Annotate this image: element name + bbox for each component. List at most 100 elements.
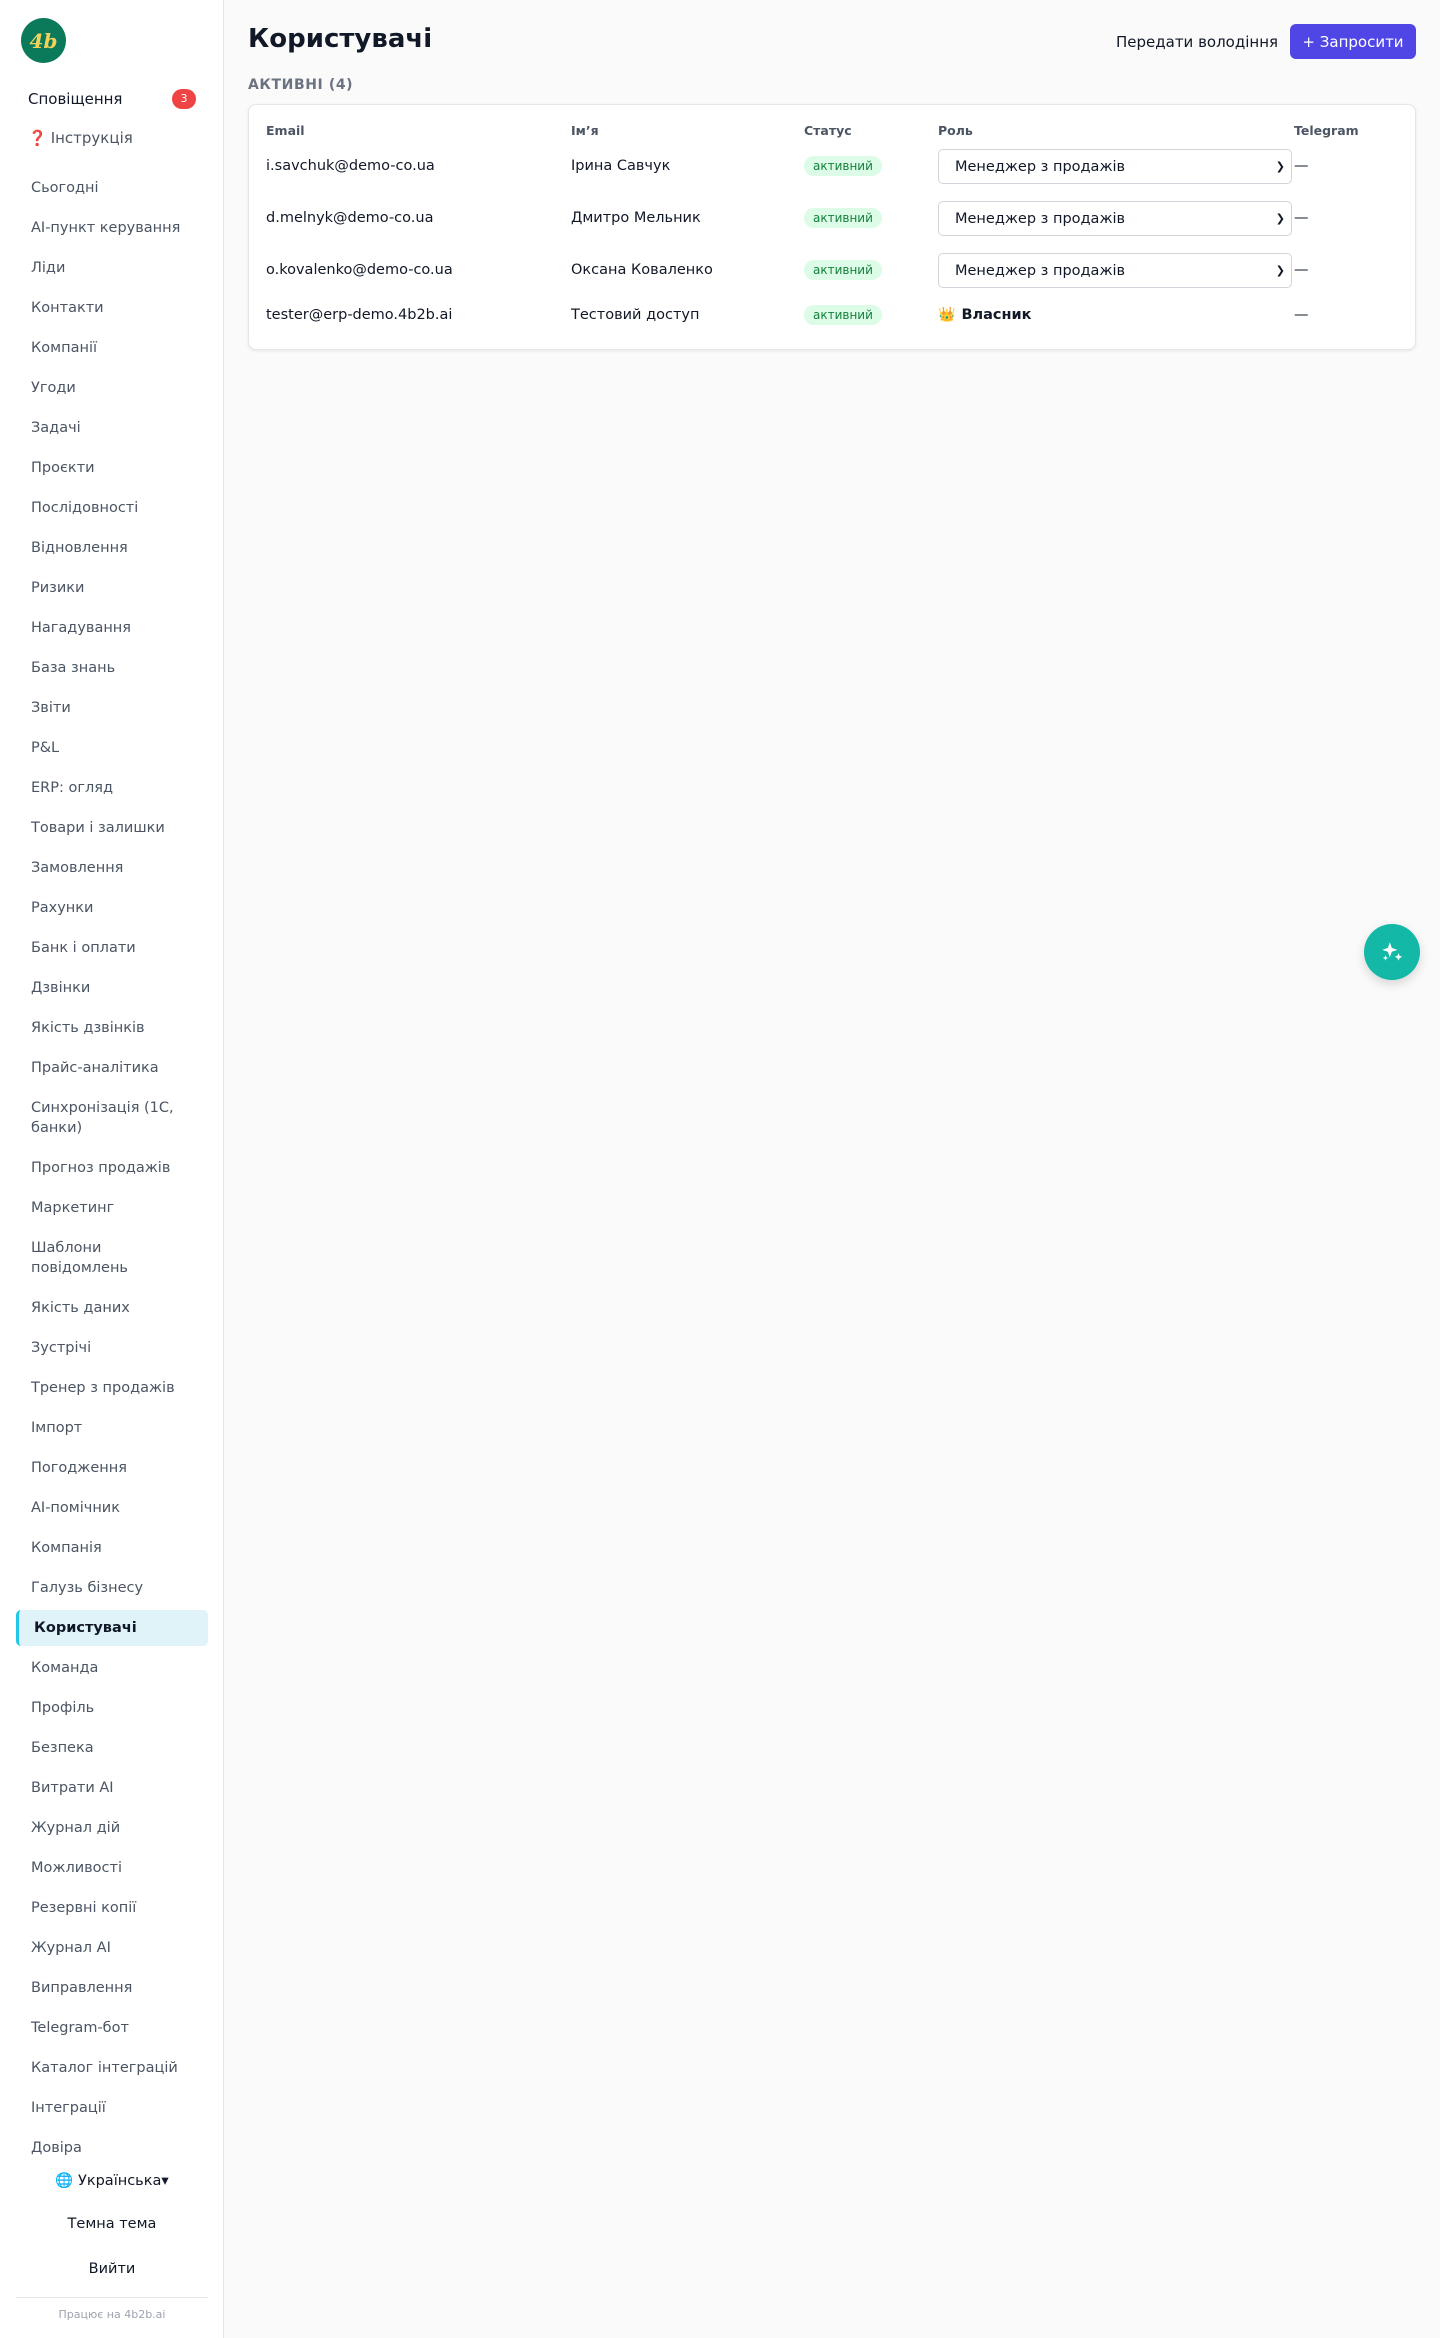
sidebar-item[interactable]: Звіти: [16, 688, 208, 728]
user-name: Тестовий доступ: [571, 307, 700, 323]
sidebar-item[interactable]: Журнал AI: [16, 1928, 208, 1968]
question-icon: ❓: [28, 129, 47, 147]
sidebar-item[interactable]: Виправлення: [16, 1968, 208, 2008]
sidebar-item[interactable]: Рахунки: [16, 888, 208, 928]
notifications-count-badge: 3: [172, 89, 196, 109]
chevron-down-icon: ❯: [1275, 160, 1285, 173]
sidebar-item[interactable]: Компанія: [16, 1528, 208, 1568]
sidebar-divider: [16, 2297, 208, 2298]
sidebar-item[interactable]: Погодження: [16, 1448, 208, 1488]
sidebar-item[interactable]: Якість дзвінків: [16, 1008, 208, 1048]
user-name: Ірина Савчук: [571, 158, 671, 174]
sidebar-item[interactable]: Товари і залишки: [16, 808, 208, 848]
sidebar-item[interactable]: Галузь бізнесу: [16, 1568, 208, 1608]
column-header-status: Статус: [804, 123, 852, 138]
status-cell: активний: [804, 250, 882, 290]
sidebar-item[interactable]: Зустрічі: [16, 1328, 208, 1368]
sidebar-item[interactable]: Прогноз продажів: [16, 1148, 208, 1188]
sidebar-item[interactable]: Тренер з продажів: [16, 1368, 208, 1408]
chevron-down-icon: ❯: [1275, 264, 1285, 277]
sidebar-item[interactable]: Прайс-аналітика: [16, 1048, 208, 1088]
help-label: Інструкція: [50, 129, 133, 147]
role-select-value: Менеджер з продажів: [955, 262, 1126, 279]
sidebar-item[interactable]: Інтеграції: [16, 2088, 208, 2128]
user-name: Оксана Коваленко: [571, 262, 713, 278]
sidebar-item[interactable]: Довіра: [16, 2128, 208, 2168]
status-badge: активний: [804, 156, 882, 176]
notifications-link[interactable]: Сповіщення 3: [28, 88, 196, 110]
sidebar-item[interactable]: Послідовності: [16, 488, 208, 528]
logo[interactable]: 4b: [21, 18, 66, 63]
sidebar-item[interactable]: Команда: [16, 1648, 208, 1688]
sidebar-item[interactable]: Угоди: [16, 368, 208, 408]
status-cell: активний: [804, 295, 882, 335]
sidebar-item[interactable]: Проєкти: [16, 448, 208, 488]
telegram-value: —: [1294, 262, 1309, 278]
invite-button[interactable]: + Запросити: [1290, 24, 1416, 59]
sidebar-item[interactable]: Задачі: [16, 408, 208, 448]
logo-text: 4b: [29, 28, 58, 53]
table-row: o.kovalenko@demo-co.ua Оксана Коваленко …: [249, 250, 1417, 290]
crown-icon: 👑: [938, 307, 956, 323]
sparkle-icon: [1382, 942, 1403, 961]
sidebar-item[interactable]: Telegram-бот: [16, 2008, 208, 2048]
sidebar-item[interactable]: Ліди: [16, 248, 208, 288]
user-email: i.savchuk@demo-co.ua: [266, 158, 435, 174]
help-link[interactable]: ❓ Інструкція: [28, 129, 133, 147]
sidebar-item[interactable]: База знань: [16, 648, 208, 688]
table-row: d.melnyk@demo-co.ua Дмитро Мельник актив…: [249, 198, 1417, 238]
transfer-ownership-button[interactable]: Передати володіння: [1104, 26, 1290, 58]
logout-button[interactable]: Вийти: [0, 2261, 224, 2277]
sidebar-item[interactable]: Імпорт: [16, 1408, 208, 1448]
sidebar-item[interactable]: Профіль: [16, 1688, 208, 1728]
role-select-value: Менеджер з продажів: [955, 210, 1126, 227]
sidebar-item[interactable]: Резервні копії: [16, 1888, 208, 1928]
sidebar-item[interactable]: Користувачі: [16, 1610, 208, 1646]
sidebar-item[interactable]: Сьогодні: [16, 168, 208, 208]
powered-by: Працює на 4b2b.ai: [58, 2308, 166, 2321]
sidebar-item[interactable]: AI-помічник: [16, 1488, 208, 1528]
sidebar-item[interactable]: ERP: огляд: [16, 768, 208, 808]
sidebar-item[interactable]: Журнал дій: [16, 1808, 208, 1848]
sidebar-item[interactable]: Дзвінки: [16, 968, 208, 1008]
column-header-email: Email: [266, 123, 305, 138]
owner-role-label: Власник: [961, 307, 1032, 323]
sidebar-item[interactable]: Контакти: [16, 288, 208, 328]
sidebar-item[interactable]: Відновлення: [16, 528, 208, 568]
sidebar-item[interactable]: Маркетинг: [16, 1188, 208, 1228]
language-select[interactable]: 🌐 Українська▾: [0, 2172, 224, 2189]
ai-assistant-button[interactable]: [1364, 924, 1420, 980]
sidebar-item[interactable]: AI-пункт керування: [16, 208, 208, 248]
owner-role: 👑 Власник: [938, 295, 1032, 335]
status-badge: активний: [804, 305, 882, 325]
sidebar-item[interactable]: Каталог інтеграцій: [16, 2048, 208, 2088]
sidebar-item[interactable]: Можливості: [16, 1848, 208, 1888]
sidebar-item[interactable]: P&L: [16, 728, 208, 768]
active-section-title: АКТИВНІ (4): [248, 77, 354, 93]
sidebar-item[interactable]: Компанії: [16, 328, 208, 368]
sidebar-item[interactable]: Замовлення: [16, 848, 208, 888]
sidebar: 4b Сповіщення 3 ❓ Інструкція Сьогодні AI-…: [0, 0, 224, 2338]
status-badge: активний: [804, 260, 882, 280]
table-row: i.savchuk@demo-co.ua Ірина Савчук активн…: [249, 146, 1417, 186]
sidebar-item[interactable]: Якість даних: [16, 1288, 208, 1328]
table-row: tester@erp-demo.4b2b.ai Тестовий доступ …: [249, 295, 1417, 335]
user-name: Дмитро Мельник: [571, 210, 701, 226]
sidebar-item[interactable]: Ризики: [16, 568, 208, 608]
telegram-value: —: [1294, 307, 1309, 323]
role-select[interactable]: Менеджер з продажів ❯: [938, 253, 1292, 288]
sidebar-item[interactable]: Безпека: [16, 1728, 208, 1768]
role-select[interactable]: Менеджер з продажів ❯: [938, 149, 1292, 184]
sidebar-item[interactable]: Шаблони повідомлень: [16, 1228, 208, 1288]
status-cell: активний: [804, 146, 882, 186]
sidebar-item[interactable]: Синхронізація (1С, банки): [16, 1088, 208, 1148]
role-select-value: Менеджер з продажів: [955, 158, 1126, 175]
sidebar-item[interactable]: Банк і оплати: [16, 928, 208, 968]
dark-theme-toggle[interactable]: Темна тема: [0, 2216, 224, 2232]
sidebar-item[interactable]: Нагадування: [16, 608, 208, 648]
column-header-name: Ім’я: [571, 123, 599, 138]
sidebar-item[interactable]: Витрати AI: [16, 1768, 208, 1808]
user-email: d.melnyk@demo-co.ua: [266, 210, 434, 226]
role-select[interactable]: Менеджер з продажів ❯: [938, 201, 1292, 236]
status-cell: активний: [804, 198, 882, 238]
